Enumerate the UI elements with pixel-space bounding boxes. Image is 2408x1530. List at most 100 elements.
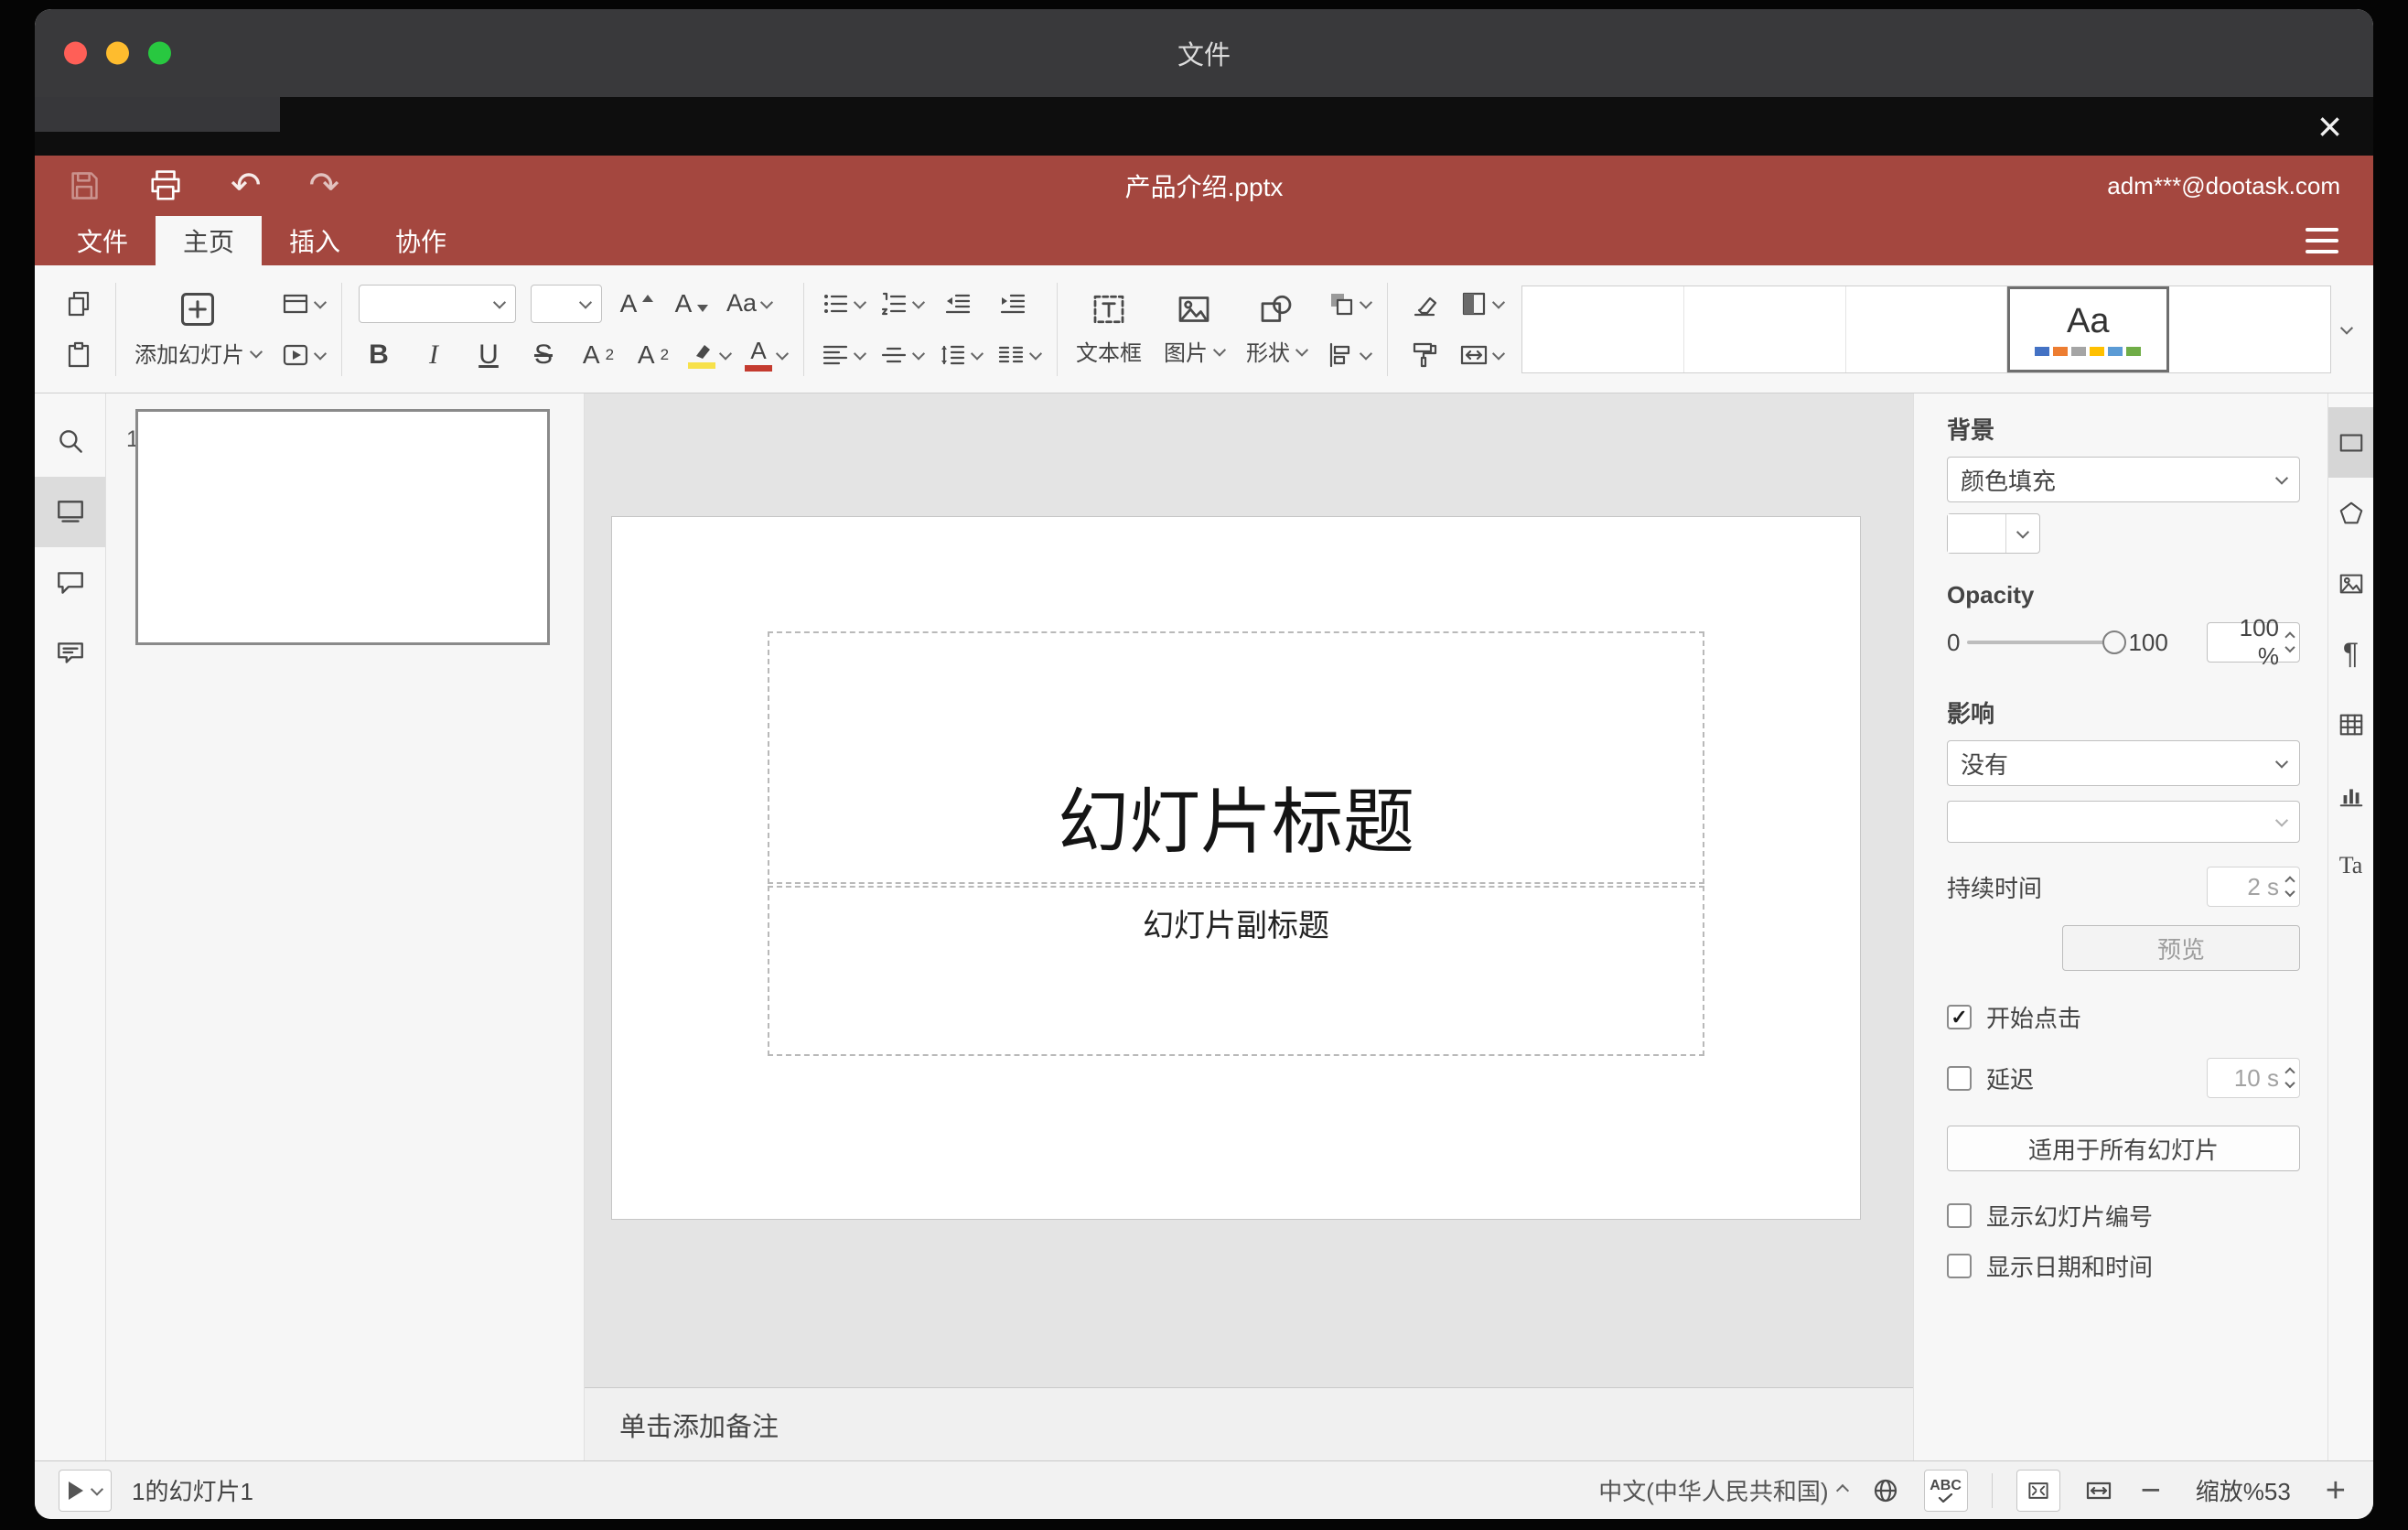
slide-thumbnail-panel: 1 [106, 393, 585, 1460]
start-slideshow-icon[interactable] [281, 335, 328, 375]
zoom-window-button[interactable] [148, 41, 171, 65]
slide-thumbnail-selected[interactable] [135, 409, 550, 645]
show-slide-number-checkbox[interactable] [1947, 1203, 1972, 1228]
fit-width-icon[interactable] [2084, 1476, 2113, 1505]
duration-spinner[interactable]: 2 s [2207, 867, 2300, 907]
theme-thumbnail[interactable] [1522, 286, 1684, 372]
home-toolbar: 添加幻灯片 A A Aa B I U S A 2 A 2 A 文本框 图片 形状… [35, 265, 2373, 393]
slide-layout-icon[interactable] [281, 284, 328, 324]
notes-area[interactable]: 单击添加备注 [585, 1387, 1913, 1460]
subtitle-placeholder[interactable]: 幻灯片副标题 [768, 886, 1704, 1056]
redo-icon[interactable]: ↷ [309, 167, 340, 204]
show-date-checkbox[interactable] [1947, 1254, 1972, 1278]
zoom-in-button[interactable]: + [2322, 1473, 2349, 1508]
strikethrough-icon[interactable]: S [523, 335, 564, 375]
bullet-list-icon[interactable] [821, 284, 867, 324]
subscript-icon[interactable]: A2 [633, 335, 673, 375]
increase-indent-icon[interactable] [993, 284, 1033, 324]
save-icon[interactable] [68, 169, 101, 202]
apply-to-all-button[interactable]: 适用于所有幻灯片 [1947, 1126, 2300, 1171]
opacity-slider-knob[interactable] [2102, 630, 2127, 654]
change-case-icon[interactable]: Aa [726, 284, 774, 324]
comments-icon[interactable] [35, 547, 105, 618]
background-color-picker[interactable] [1947, 513, 2040, 554]
delay-spinner[interactable]: 10 s [2207, 1058, 2300, 1098]
menu-icon[interactable] [2306, 228, 2338, 253]
macos-titlebar: 文件 [35, 9, 2373, 97]
table-settings-icon[interactable] [2328, 689, 2373, 760]
tab-collaboration[interactable]: 协作 [368, 216, 474, 265]
add-slide-button[interactable]: 添加幻灯片 [124, 277, 272, 382]
effect-select[interactable]: 没有 [1947, 740, 2300, 786]
spellcheck-icon[interactable]: ABC [1923, 1469, 1968, 1512]
insert-shape-button[interactable]: 形状 [1235, 277, 1317, 382]
zoom-out-button[interactable]: − [2137, 1473, 2165, 1508]
line-spacing-icon[interactable] [938, 335, 984, 375]
language-select[interactable]: 中文(中华人民共和国) [1598, 1473, 1849, 1507]
shape-settings-icon[interactable] [2328, 478, 2373, 548]
numbered-list-icon[interactable] [879, 284, 926, 324]
decrease-font-icon[interactable]: A [672, 284, 712, 324]
opacity-max: 100 [2128, 628, 2168, 656]
vertical-align-icon[interactable] [879, 335, 926, 375]
slides-panel-icon[interactable] [35, 477, 105, 547]
set-language-icon[interactable] [1871, 1476, 1900, 1505]
toolbar-expand-icon[interactable] [2339, 321, 2359, 335]
background-fill-select[interactable]: 颜色填充 [1947, 457, 2300, 502]
undo-icon[interactable]: ↶ [231, 167, 262, 204]
bold-icon[interactable]: B [359, 335, 399, 375]
effect-type-select[interactable] [1947, 801, 2300, 843]
italic-icon[interactable]: I [414, 335, 454, 375]
underline-icon[interactable]: U [468, 335, 509, 375]
theme-thumbnail-selected[interactable]: Aa [2007, 286, 2170, 372]
highlight-color-icon[interactable] [688, 335, 733, 375]
font-color-icon[interactable]: A [745, 335, 790, 375]
slide-canvas[interactable]: 幻灯片标题 幻灯片副标题 [612, 517, 1860, 1219]
color-scheme-icon[interactable] [1459, 284, 1506, 324]
tab-insert[interactable]: 插入 [262, 216, 368, 265]
shape-align-icon[interactable] [1327, 335, 1373, 375]
theme-thumbnail[interactable] [1846, 286, 2008, 372]
delay-checkbox[interactable] [1947, 1065, 1972, 1091]
close-window-button[interactable] [64, 41, 87, 65]
increase-font-icon[interactable]: A [617, 284, 657, 324]
theme-gallery: Aa [1521, 285, 2331, 373]
print-icon[interactable] [148, 168, 183, 203]
insert-image-button[interactable]: 图片 [1153, 277, 1235, 382]
start-slideshow-button[interactable] [59, 1469, 112, 1512]
paste-icon[interactable] [59, 335, 99, 375]
arrange-icon[interactable] [1327, 284, 1373, 324]
image-settings-icon[interactable] [2328, 548, 2373, 619]
font-name-combo[interactable] [359, 284, 516, 323]
copy-style-icon[interactable] [1404, 335, 1445, 375]
superscript-icon[interactable]: A2 [578, 335, 618, 375]
decrease-indent-icon[interactable] [938, 284, 978, 324]
columns-icon[interactable] [996, 335, 1043, 375]
clear-style-icon[interactable] [1404, 284, 1445, 324]
opacity-slider[interactable] [1967, 630, 2127, 654]
search-icon[interactable] [35, 406, 105, 477]
tab-home[interactable]: 主页 [156, 216, 263, 265]
editor-area: 幻灯片标题 幻灯片副标题 单击添加备注 [585, 393, 1913, 1460]
theme-thumbnail[interactable] [2169, 286, 2330, 372]
start-on-click-checkbox[interactable]: ✓ [1947, 1005, 1972, 1029]
textart-settings-icon[interactable]: Ta [2328, 830, 2373, 900]
slide-settings-icon[interactable] [2328, 407, 2373, 478]
opacity-spinner[interactable]: 100 % [2207, 614, 2300, 670]
opacity-min: 0 [1947, 628, 1961, 656]
copy-icon[interactable] [59, 284, 99, 324]
slide-size-icon[interactable] [1459, 335, 1506, 375]
theme-thumbnail[interactable] [1684, 286, 1846, 372]
font-size-combo[interactable] [531, 284, 602, 323]
chat-icon[interactable] [35, 618, 105, 688]
insert-textbox-button[interactable]: 文本框 [1065, 277, 1153, 382]
chart-settings-icon[interactable] [2328, 760, 2373, 830]
minimize-window-button[interactable] [106, 41, 129, 65]
horizontal-align-icon[interactable] [821, 335, 867, 375]
fit-slide-icon[interactable] [2016, 1469, 2060, 1512]
tab-file[interactable]: 文件 [49, 216, 156, 265]
close-editor-icon[interactable]: × [2317, 105, 2342, 147]
preview-button[interactable]: 预览 [2062, 925, 2300, 971]
paragraph-settings-icon[interactable]: ¶ [2328, 619, 2373, 689]
title-placeholder[interactable]: 幻灯片标题 [768, 631, 1704, 884]
